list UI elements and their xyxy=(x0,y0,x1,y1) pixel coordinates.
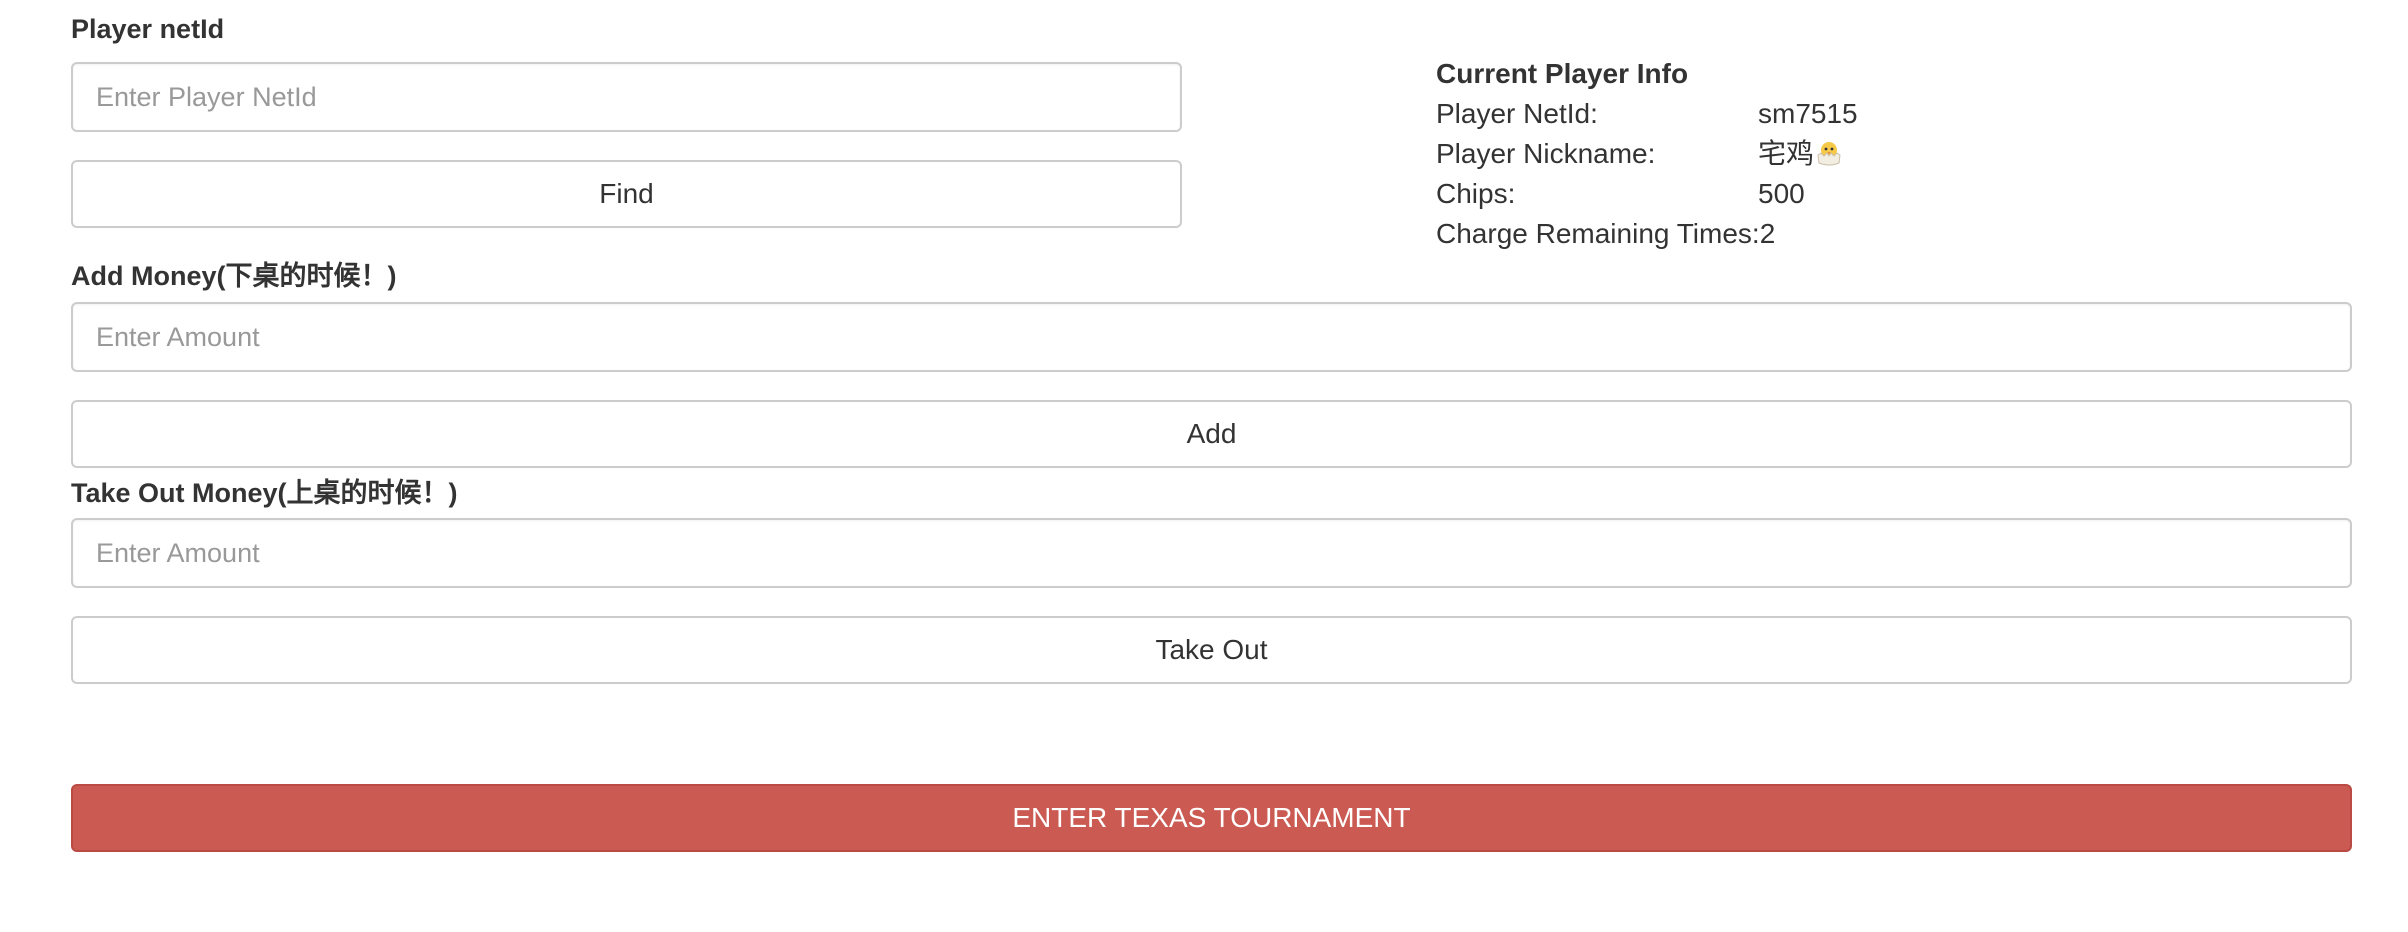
player-netid-key: Player NetId: xyxy=(1436,98,1598,129)
chips-value: 500 xyxy=(1758,178,1805,209)
add-button[interactable]: Add xyxy=(71,400,2352,468)
player-netid-row: Player NetId: sm7515 xyxy=(1436,94,1858,134)
hatching-chick-icon xyxy=(1817,142,1841,166)
current-player-info: Current Player Info Player NetId: sm7515… xyxy=(1436,54,1858,254)
player-netid-label: Player netId xyxy=(71,14,225,44)
player-netid-value: sm7515 xyxy=(1758,98,1858,129)
player-nickname-value-wrap: 宅鸡 xyxy=(1758,134,1843,174)
charge-remaining-value: 2 xyxy=(1759,218,1776,249)
chips-key: Chips: xyxy=(1436,178,1516,209)
take-out-button[interactable]: Take Out xyxy=(71,616,2352,684)
player-netid-input[interactable] xyxy=(71,62,1182,132)
add-money-label: Add Money(下桌的时候！) xyxy=(71,261,397,291)
take-out-money-label: Take Out Money(上桌的时候！) xyxy=(71,478,458,508)
player-management-page: Player netId Find Current Player Info Pl… xyxy=(0,0,2408,932)
player-info-title: Current Player Info xyxy=(1436,58,1689,89)
take-out-amount-input[interactable] xyxy=(71,518,2352,588)
charge-remaining-row: Charge Remaining Times:2 xyxy=(1436,214,1775,254)
find-button[interactable]: Find xyxy=(71,160,1182,228)
enter-texas-tournament-button[interactable]: ENTER TEXAS TOURNAMENT xyxy=(71,784,2352,852)
add-amount-input[interactable] xyxy=(71,302,2352,372)
player-nickname-key: Player Nickname: xyxy=(1436,138,1656,169)
player-nickname-row: Player Nickname: 宅鸡 xyxy=(1436,134,1841,174)
player-nickname-value: 宅鸡 xyxy=(1758,138,1815,169)
chips-row: Chips: 500 xyxy=(1436,174,1805,214)
charge-remaining-key: Charge Remaining Times: xyxy=(1436,218,1760,249)
